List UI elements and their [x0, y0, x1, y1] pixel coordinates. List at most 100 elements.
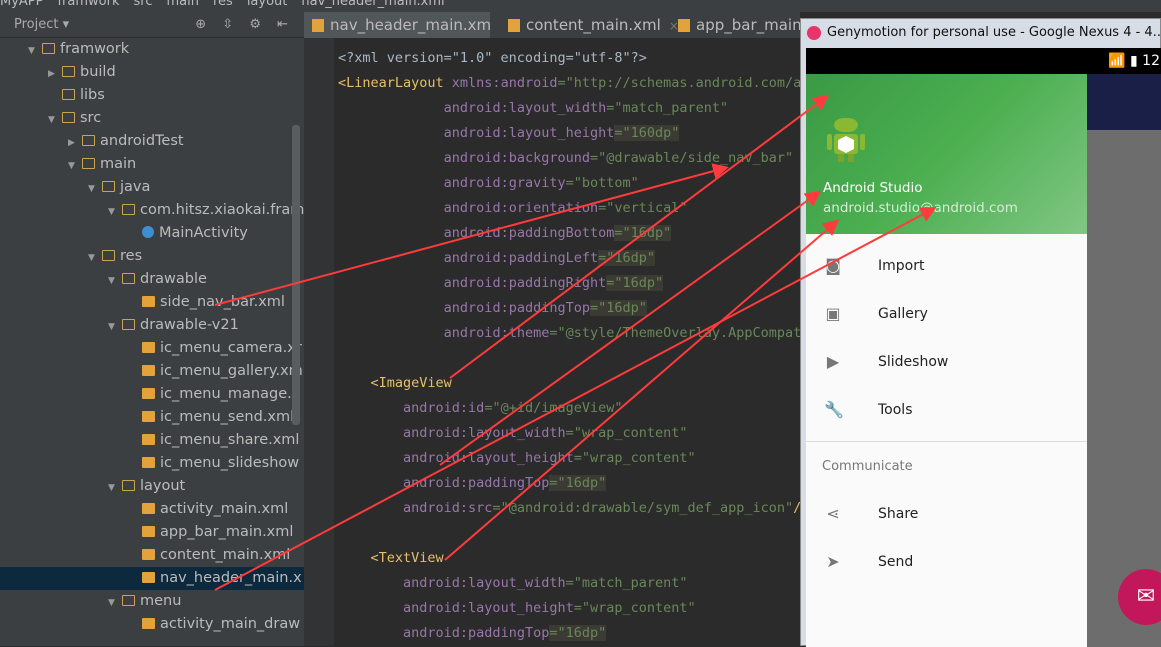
tree-scrollbar[interactable]	[292, 125, 300, 425]
folder-icon	[122, 319, 135, 330]
app-bar	[1087, 74, 1161, 130]
tab-nav_header_main[interactable]: nav_header_main.xml×	[304, 12, 490, 38]
tree-item[interactable]: app_bar_main.xml	[0, 521, 304, 544]
tree-item-label: androidTest	[100, 133, 184, 149]
code-line: android:paddingTop="16dp"	[338, 621, 607, 646]
tree-item[interactable]: activity_main.xml	[0, 498, 304, 521]
fab-button[interactable]: ✉	[1118, 569, 1161, 625]
tree-item[interactable]: ▼ layout	[0, 475, 304, 498]
menu-item-label: Send	[878, 554, 914, 570]
tree-item[interactable]: ▶ build	[0, 61, 304, 84]
project-view-dropdown[interactable]: Project	[14, 17, 58, 32]
breadcrumb-item[interactable]: MyAPP	[0, 0, 43, 9]
code-line: android:paddingTop="16dp"	[338, 296, 647, 321]
expand-arrow-icon[interactable]: ▼	[108, 316, 122, 337]
tree-item[interactable]: ▼ java	[0, 176, 304, 199]
xml-icon	[142, 411, 155, 422]
tree-item[interactable]: ▼ drawable-v21	[0, 314, 304, 337]
tree-item-label: build	[80, 64, 116, 80]
tree-item-label: framwork	[60, 41, 130, 57]
expand-arrow-icon[interactable]: ▼	[108, 270, 122, 291]
breadcrumb-item[interactable]: layout	[247, 0, 288, 9]
expand-arrow-icon[interactable]: ▼	[108, 477, 122, 498]
code-token: ="wrap_content"	[573, 450, 696, 466]
folder-icon	[102, 181, 115, 192]
tree-item[interactable]: ▼ drawable	[0, 268, 304, 291]
breadcrumb-item[interactable]: res	[213, 0, 233, 9]
project-panel-tools[interactable]: ⊕ ⇳ ⚙ ⇤	[195, 12, 294, 38]
expand-arrow-icon[interactable]: ▼	[28, 40, 42, 61]
expand-arrow-icon[interactable]: ▼	[88, 178, 102, 199]
code-token: android:src	[403, 500, 493, 516]
expand-arrow-icon[interactable]: ▼	[68, 155, 82, 176]
expand-arrow-icon[interactable]: ▼	[48, 109, 62, 130]
code-line: android:layout_height="160dp"	[338, 121, 680, 146]
breadcrumb-item[interactable]: main	[166, 0, 198, 9]
tree-item[interactable]: side_nav_bar.xml	[0, 291, 304, 314]
tree-item[interactable]: ic_menu_slideshow	[0, 452, 304, 475]
tree-item[interactable]: ic_menu_camera.xr	[0, 337, 304, 360]
code-token: ="16dp"	[598, 250, 656, 266]
tree-item-label: content_main.xml	[160, 547, 291, 563]
code-editor[interactable]: <?xml version="1.0" encoding="utf-8"?> <L…	[338, 38, 800, 646]
tree-item[interactable]: ▼ menu	[0, 590, 304, 613]
expand-arrow-icon[interactable]: ▶	[68, 132, 82, 153]
xml-file-icon	[508, 19, 520, 32]
tree-item[interactable]: ic_menu_gallery.xm	[0, 360, 304, 383]
menu-item-share[interactable]: ⋖ Share	[806, 490, 1087, 538]
tab-content_main[interactable]: content_main.xml ×	[500, 12, 686, 38]
tree-item[interactable]: MainActivity	[0, 222, 304, 245]
tree-item-label: layout	[140, 478, 186, 494]
tree-item[interactable]: ▼ com.hitsz.xiaokai.fram	[0, 199, 304, 222]
tree-item[interactable]: content_main.xml	[0, 544, 304, 567]
tree-item-label: MainActivity	[159, 225, 248, 241]
menu-item-slideshow[interactable]: ▶ Slideshow	[806, 338, 1087, 386]
folder-icon	[62, 89, 75, 100]
tree-item[interactable]: ▼ main	[0, 153, 304, 176]
code-line: android:layout_width="match_parent"	[338, 96, 728, 121]
tree-item[interactable]: ▼ src	[0, 107, 304, 130]
menu-item-tools[interactable]: 🔧 Tools	[806, 386, 1087, 434]
tree-item[interactable]: ▼ framwork	[0, 38, 304, 61]
expand-arrow-icon[interactable]: ▶	[48, 63, 62, 84]
code-token: ="@android:drawable/sym_def_app_icon"	[492, 500, 794, 516]
breadcrumb-item[interactable]: nav_header_main.xml	[301, 0, 444, 9]
menu-item-gallery[interactable]: ▣ Gallery	[806, 290, 1087, 338]
expand-arrow-icon[interactable]: ▼	[88, 247, 102, 268]
code-token: <LinearLayout	[338, 75, 452, 91]
tree-item[interactable]: ic_menu_manage.x	[0, 383, 304, 406]
tree-item[interactable]: ▶ androidTest	[0, 130, 304, 153]
menu-item-send[interactable]: ➤ Send	[806, 538, 1087, 586]
tree-item-label: activity_main_draw	[160, 616, 301, 632]
folder-icon	[122, 595, 135, 606]
code-token: ="@+id/imageView"	[484, 400, 623, 416]
tree-item[interactable]: libs	[0, 84, 304, 107]
tree-item[interactable]: ▼ res	[0, 245, 304, 268]
share-icon: ⋖	[826, 504, 840, 523]
tree-item[interactable]: ic_menu_share.xml	[0, 429, 304, 452]
code-token: ="16dp"	[589, 300, 647, 316]
code-line: android:layout_width="wrap_content"	[338, 421, 687, 446]
tree-item[interactable]: activity_main_draw	[0, 613, 304, 636]
tree-item[interactable]: nav_header_main.x	[0, 567, 304, 590]
expand-arrow-icon[interactable]: ▼	[108, 201, 122, 222]
tab-app_bar_main[interactable]: app_bar_main.xml	[670, 12, 800, 38]
tab-label: app_bar_main.xml	[696, 16, 800, 34]
breadcrumb-item[interactable]: src	[134, 0, 153, 9]
code-token: <ImageView	[370, 375, 452, 391]
xml-icon	[142, 388, 155, 399]
breadcrumb-item[interactable]: framwork	[57, 0, 119, 9]
menu-item-import[interactable]: ◙ Import	[806, 242, 1087, 290]
code-line: <?xml version="1.0" encoding="utf-8"?>	[338, 46, 647, 71]
code-token: android:paddingTop	[403, 625, 550, 641]
expand-arrow-icon[interactable]: ▼	[108, 592, 122, 613]
tree-item[interactable]: ic_menu_send.xml	[0, 406, 304, 429]
folder-icon	[82, 135, 95, 146]
tree-item-label: menu	[140, 593, 182, 609]
